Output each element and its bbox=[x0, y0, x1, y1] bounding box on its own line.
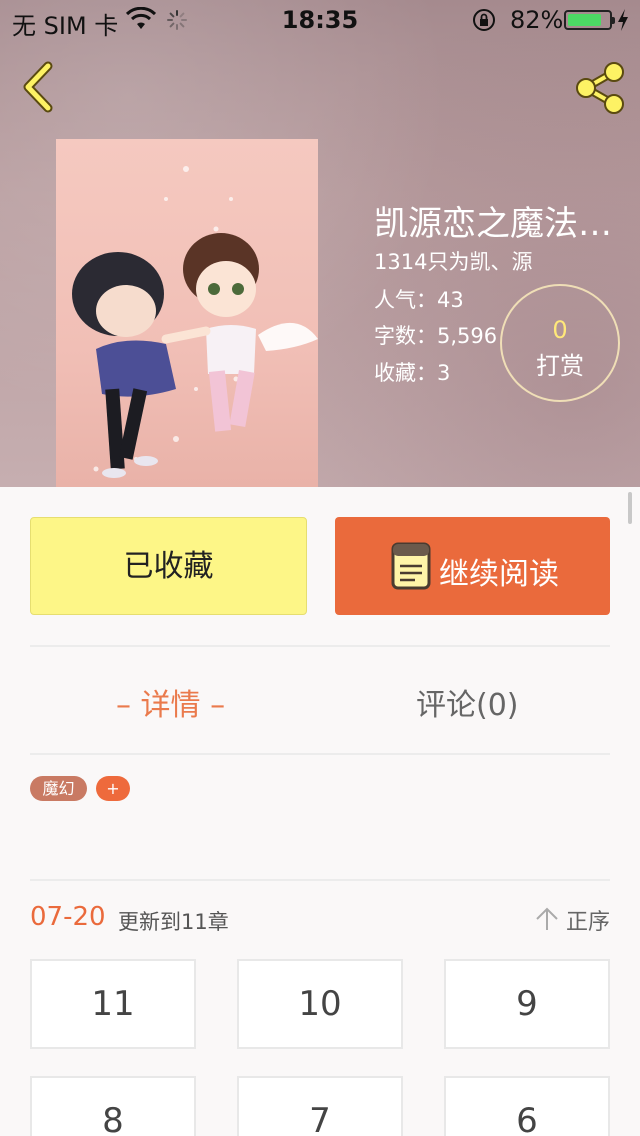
charging-icon bbox=[618, 9, 628, 31]
favorites-stat: 收藏：3 bbox=[374, 361, 451, 385]
sort-label: 正序 bbox=[566, 910, 611, 935]
update-date: 07-20 bbox=[30, 902, 106, 932]
book-icon bbox=[391, 542, 431, 590]
orientation-lock-icon bbox=[473, 9, 495, 31]
status-bar: 无 SIM 卡 18:35 82% bbox=[0, 0, 640, 40]
update-text: 更新到11章 bbox=[118, 910, 229, 934]
book-author: 1314只为凯、源 bbox=[374, 250, 533, 274]
genre-tag[interactable]: 魔幻 bbox=[30, 776, 87, 801]
chapter-item[interactable]: 11 bbox=[30, 959, 196, 1049]
tip-label: 打赏 bbox=[536, 352, 584, 380]
add-tag-button[interactable]: + bbox=[96, 776, 130, 801]
continue-reading-label: 继续阅读 bbox=[439, 557, 559, 592]
tip-count: 0 bbox=[552, 316, 568, 344]
book-title: 凯源恋之魔法… bbox=[374, 204, 612, 244]
divider bbox=[30, 879, 610, 881]
divider bbox=[30, 753, 610, 755]
continue-reading-button[interactable]: 继续阅读 bbox=[335, 517, 610, 615]
battery-icon bbox=[564, 10, 615, 30]
battery-percent: 82% bbox=[510, 6, 564, 34]
chapter-item[interactable]: 6 bbox=[444, 1076, 610, 1136]
chapter-item[interactable]: 7 bbox=[237, 1076, 403, 1136]
back-icon[interactable] bbox=[18, 60, 58, 114]
scroll-indicator[interactable] bbox=[628, 492, 632, 524]
chapter-item[interactable]: 10 bbox=[237, 959, 403, 1049]
book-header: 无 SIM 卡 18:35 82% 凯源恋之魔法… 1314只为凯、源 人气：4… bbox=[0, 0, 640, 487]
tab-details[interactable]: – 详情 – bbox=[116, 680, 225, 724]
sort-up-arrow-icon bbox=[536, 907, 558, 930]
word-count-stat: 字数：5,596 bbox=[374, 324, 498, 348]
chapter-item[interactable]: 9 bbox=[444, 959, 610, 1049]
divider bbox=[30, 645, 610, 647]
tab-comments[interactable]: 评论(0) bbox=[416, 680, 519, 724]
book-cover bbox=[56, 139, 318, 487]
chapter-item[interactable]: 8 bbox=[30, 1076, 196, 1136]
favorite-button[interactable]: 已收藏 bbox=[30, 517, 307, 615]
popularity-stat: 人气：43 bbox=[374, 288, 464, 312]
tip-button[interactable]: 0 打赏 bbox=[500, 284, 620, 402]
share-icon[interactable] bbox=[570, 58, 630, 118]
